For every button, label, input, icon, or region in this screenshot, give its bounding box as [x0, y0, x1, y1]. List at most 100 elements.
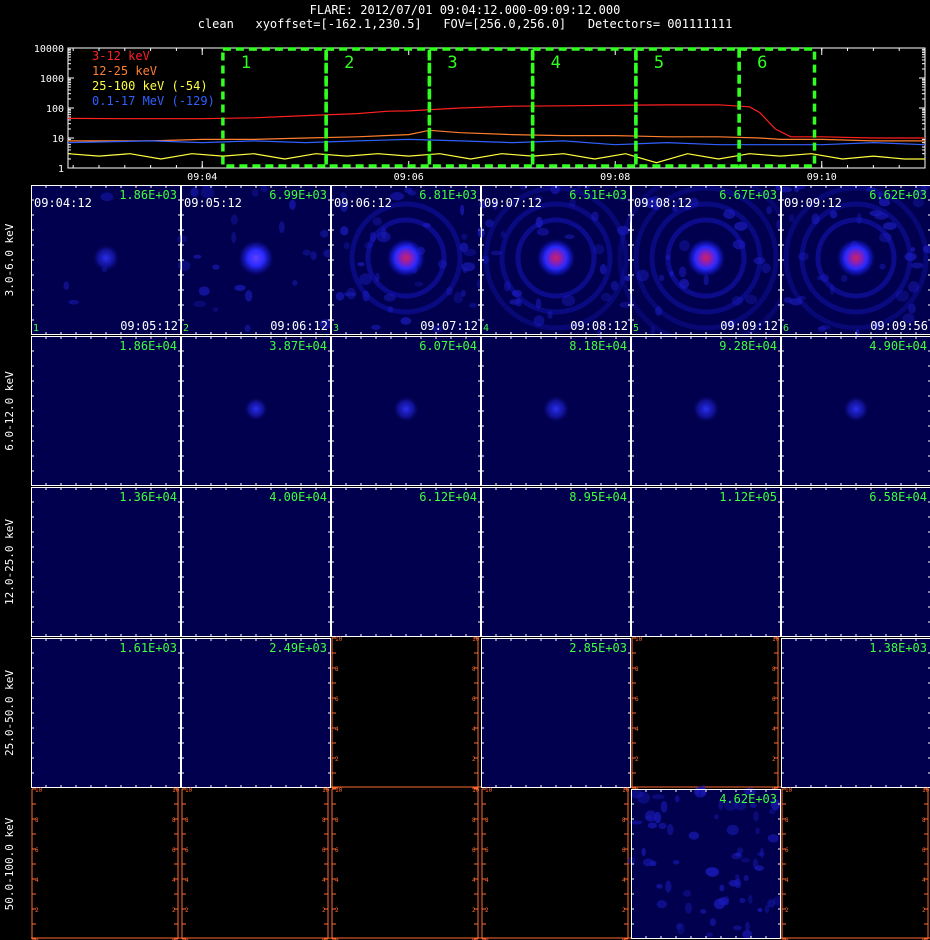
blank-axis-label: 2: [185, 907, 189, 914]
blank-axis-label: 2: [622, 907, 626, 914]
blank-axis-label: 10: [335, 787, 343, 794]
noise-blob: [652, 794, 665, 800]
legend-entry-1: 3-12 keV: [92, 49, 150, 63]
blank-axis-label: 10: [185, 787, 193, 794]
blank-axis-label: 4: [35, 877, 39, 884]
row-label: 6.0-12.0 keV: [3, 371, 16, 451]
blank-axis-label: 4: [485, 877, 489, 884]
panel-max-label: 1.38E+03: [869, 641, 927, 655]
flare-source: [542, 395, 570, 423]
row-label: 12.0-25.0 keV: [3, 519, 16, 605]
blank-axis-label: 6: [622, 847, 626, 854]
blank-axis-label: 4: [772, 726, 776, 733]
blank-axis-label: 6: [635, 696, 639, 703]
blank-axis-label: 8: [472, 666, 476, 673]
image-panel-r2-c3: 6.07E+04: [331, 336, 481, 486]
interval-label-5: 5: [654, 53, 664, 73]
panel-max-label: 8.18E+04: [569, 339, 627, 353]
noise-blob: [302, 249, 311, 256]
blank-axis-label: 8: [335, 817, 339, 824]
noise-blob: [292, 280, 298, 286]
panel-max-label: 6.67E+03: [719, 188, 777, 202]
noise-blob: [739, 897, 746, 904]
flare-source: [836, 238, 876, 278]
blank-axis-label: 10: [472, 787, 480, 794]
noise-blob: [390, 192, 404, 201]
image-panel-r2-c5: 9.28E+04: [631, 336, 781, 486]
image-panel-r5-c1: 02468100246810: [31, 787, 181, 940]
interval-box-5: [634, 47, 741, 168]
panel-end-time: 09:09:12: [720, 319, 778, 333]
blank-axis-label: 10: [635, 636, 643, 643]
noise-blob: [461, 233, 468, 240]
lightcurve-plot: 10000 1000 100 10 1 09:04 09:06 09:08 09:10 3-12 …: [34, 44, 926, 183]
panel-start-time: 09:05:12: [184, 196, 242, 210]
image-panel-r4-c4: 2.85E+03: [481, 638, 631, 788]
noise-blob: [719, 884, 725, 892]
noise-blob: [879, 263, 886, 270]
blank-axis-label: 6: [335, 847, 339, 854]
x-tick-label: 09:04: [187, 172, 217, 183]
panel-max-label: 6.81E+03: [419, 188, 477, 202]
blank-axis-label: 2: [472, 756, 476, 763]
noise-blob: [260, 185, 268, 193]
image-panel-r3-c1: 1.36E+04: [31, 487, 181, 637]
noise-blob: [357, 262, 365, 267]
panel-max-label: 2.85E+03: [569, 641, 627, 655]
blank-axis-label: 4: [622, 877, 626, 884]
flare-source: [692, 395, 720, 423]
panel-max-label: 4.00E+04: [269, 490, 327, 504]
noise-blob: [230, 214, 238, 225]
noise-blob: [753, 811, 759, 822]
panel-max-label: 1.61E+03: [119, 641, 177, 655]
panel-background: [31, 638, 181, 788]
noise-blob: [685, 902, 692, 914]
panel-start-time: 09:08:12: [634, 196, 692, 210]
noise-blob: [370, 324, 381, 330]
legend-entry-2: 12-25 keV: [92, 64, 157, 78]
noise-blob: [177, 260, 191, 271]
blank-axis-label: 2: [335, 907, 339, 914]
panel-max-label: 6.07E+04: [419, 339, 477, 353]
blank-axis-label: 2: [322, 907, 326, 914]
noise-blob: [63, 281, 70, 291]
blank-axis-label: 8: [172, 817, 176, 824]
row-label: 25.0-50.0 keV: [3, 670, 16, 756]
blank-axis-label: 2: [335, 756, 339, 763]
panel-end-time: 09:09:56: [870, 319, 928, 333]
panel-background: [631, 487, 781, 637]
blank-axis-label: 8: [922, 817, 926, 824]
x-tick-label: 09:08: [600, 172, 630, 183]
panel-background: [31, 487, 181, 637]
image-panel-r5-c2: 02468100246810: [181, 787, 331, 940]
series-line-4: [67, 138, 926, 146]
panel-interval-number: 5: [633, 323, 639, 334]
noise-blob: [212, 264, 220, 270]
flare-source: [392, 395, 420, 423]
blank-axis-label: 8: [622, 817, 626, 824]
image-panel-r3-c4: 8.95E+04: [481, 487, 631, 637]
interval-label-6: 6: [757, 53, 767, 73]
panel-interval-number: 2: [183, 323, 189, 334]
noise-blob: [177, 235, 187, 243]
panel-background: [181, 487, 331, 637]
panel-max-label: 6.62E+03: [869, 188, 927, 202]
image-panel-r1-c6: 6.62E+03 09:09:12 09:09:56 6: [778, 185, 930, 338]
blank-axis-label: 10: [772, 636, 780, 643]
image-panel-r5-c6: 02468100246810: [781, 787, 930, 940]
panel-interval-number: 6: [783, 323, 789, 334]
noise-blob: [346, 287, 357, 300]
image-panel-r1-c5: 6.67E+03 09:08:12 09:09:12 5: [617, 185, 795, 347]
panel-max-label: 9.28E+04: [719, 339, 777, 353]
noise-blob: [700, 785, 707, 796]
panel-background: [781, 638, 930, 788]
noise-blob: [100, 192, 114, 202]
blank-axis-label: 4: [472, 726, 476, 733]
image-panel-r1-c2: 6.99E+03 09:05:12 09:06:12 2: [177, 185, 336, 335]
panel-interval-number: 3: [333, 323, 339, 334]
noise-blob: [755, 827, 760, 835]
noise-blob: [460, 204, 465, 216]
blank-axis-label: 4: [472, 877, 476, 884]
blank-axis-label: 2: [485, 907, 489, 914]
image-panel-r3-c3: 6.12E+04: [331, 487, 481, 637]
